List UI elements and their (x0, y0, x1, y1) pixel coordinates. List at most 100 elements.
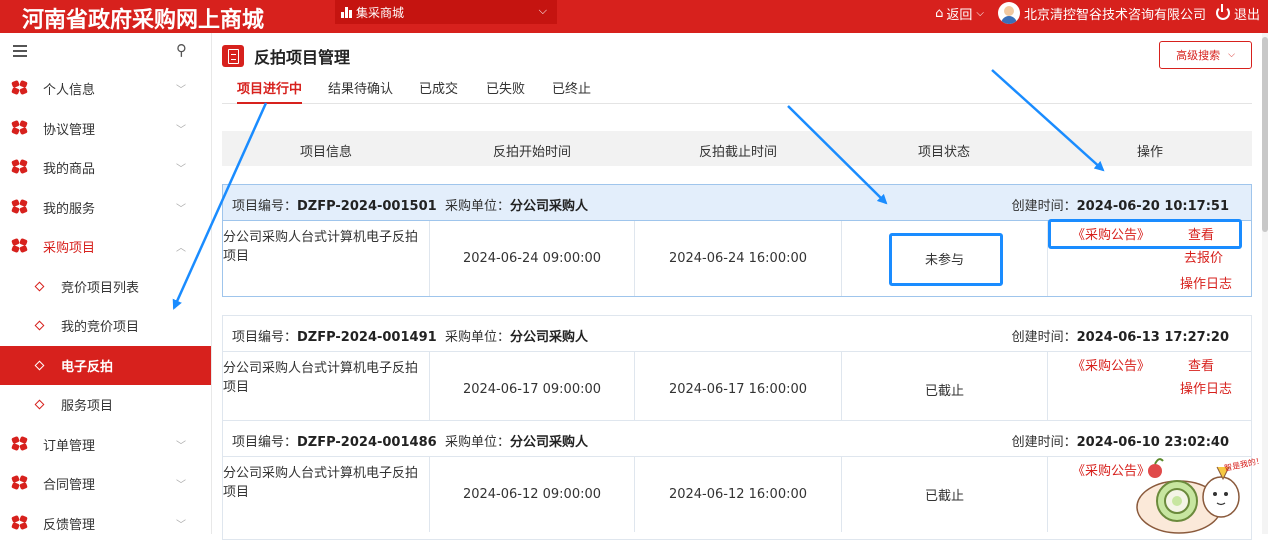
card-header: 项目编号：DZFP-2024-001486采购单位：分公司采购人创建时间：202… (223, 421, 1251, 457)
user-account[interactable]: 北京清控智谷技术咨询有限公司 (998, 2, 1206, 24)
highlight-box-status (889, 233, 1003, 286)
menu-toggle-icon[interactable] (13, 45, 27, 57)
ctime-value: 2024-06-20 10:17:51 (1077, 199, 1229, 214)
document-icon (222, 45, 244, 67)
sidebar-item-feedback-mgmt[interactable]: 反馈管理 ﹀ (0, 504, 211, 543)
sidebar-subitem-label: 服务项目 (61, 395, 113, 414)
operations-cell: 《采购公告》 查看操作日志 (1048, 352, 1253, 427)
back-button[interactable]: ⌂ 返回 ⌵ (935, 4, 984, 23)
tab-in-progress[interactable]: 项目进行中 (237, 78, 302, 97)
project-name: 分公司采购人台式计算机电子反拍项目 (223, 352, 430, 427)
column-header: 项目信息 (300, 141, 352, 160)
avatar (998, 2, 1020, 24)
purchaser-unit: 采购单位：分公司采购人 (445, 195, 588, 214)
chevron-down-icon: ﹀ (176, 516, 186, 531)
end-time: 2024-06-24 16:00:00 (635, 221, 842, 296)
table-header: 项目信息 反拍开始时间 反拍截止时间 项目状态 操作 (222, 131, 1252, 166)
unit-label: 采购单位： (445, 435, 510, 450)
menu-icon (12, 476, 28, 490)
project-code: 项目编号：DZFP-2024-001501 (232, 195, 437, 214)
scrollbar-thumb[interactable] (1262, 37, 1268, 232)
announcement-link[interactable]: 《采购公告》 (1072, 355, 1150, 374)
menu-icon (12, 160, 28, 174)
site-title: 河南省政府采购网上商城 (22, 2, 264, 34)
pin-icon[interactable]: ⚲ (176, 41, 187, 59)
chevron-down-icon: ﹀ (176, 81, 186, 96)
project-code: 项目编号：DZFP-2024-001486 (232, 431, 437, 450)
sidebar-item-my-services[interactable]: 我的服务﹀ (0, 188, 211, 228)
start-time: 2024-06-24 09:00:00 (430, 221, 635, 296)
end-time: 2024-06-12 16:00:00 (635, 457, 842, 532)
mall-select[interactable]: 集采商城 ⌵ (335, 0, 557, 24)
start-time: 2024-06-12 09:00:00 (430, 457, 635, 532)
sidebar-item-my-products[interactable]: 我的商品 ﹀ (0, 148, 211, 188)
sidebar-header: ⚲ (0, 33, 211, 69)
chevron-down-icon: ⌵ (539, 4, 547, 18)
back-label: 返回 (946, 4, 972, 23)
chevron-down-icon: ﹀ (176, 476, 186, 491)
page-title: 反拍项目管理 (254, 44, 350, 68)
op-log-link[interactable]: 操作日志 (1180, 378, 1232, 397)
logout-button[interactable]: 退出 (1216, 4, 1260, 23)
sidebar-item-label: 反馈管理 (43, 514, 95, 533)
code-label: 项目编号： (232, 435, 297, 450)
project-card: 项目编号：DZFP-2024-001491采购单位：分公司采购人创建时间：202… (222, 315, 1252, 428)
scrollbar[interactable] (1262, 33, 1268, 534)
ctime-value: 2024-06-13 17:27:20 (1077, 330, 1229, 345)
card-body: 分公司采购人台式计算机电子反拍项目2024-06-12 09:00:002024… (223, 457, 1251, 532)
project-card: 项目编号：DZFP-2024-001486采购单位：分公司采购人创建时间：202… (222, 420, 1252, 540)
tab-terminated[interactable]: 已终止 (552, 78, 591, 97)
code-value: DZFP-2024-001486 (297, 435, 437, 450)
unit-value: 分公司采购人 (510, 330, 588, 345)
sidebar-item-label: 采购项目 (43, 237, 95, 256)
tab-completed[interactable]: 已成交 (419, 78, 458, 97)
end-time: 2024-06-17 16:00:00 (635, 352, 842, 427)
status-tabs: 项目进行中 结果待确认 已成交 已失败 已终止 (222, 72, 1252, 104)
code-label: 项目编号： (232, 330, 297, 345)
sidebar-item-order-mgmt[interactable]: 订单管理﹀ (0, 425, 211, 465)
card-body: 分公司采购人台式计算机电子反拍项目2024-06-17 09:00:002024… (223, 352, 1251, 427)
menu-icon (12, 437, 28, 451)
op-log-link[interactable]: 操作日志 (1180, 273, 1232, 292)
menu-icon (12, 121, 28, 135)
tab-failed[interactable]: 已失败 (486, 78, 525, 97)
sidebar-subitem-service-projects[interactable]: 服务项目 (0, 385, 211, 425)
sidebar-item-label: 合同管理 (43, 474, 95, 493)
created-time: 创建时间：2024-06-10 23:02:40 (1012, 431, 1229, 450)
sidebar-item-contract-mgmt[interactable]: 合同管理 ﹀ (0, 464, 211, 504)
unit-label: 采购单位： (445, 199, 510, 214)
sidebar-subitem-label: 电子反拍 (61, 356, 113, 375)
sidebar-subitem-my-bidding[interactable]: 我的竞价项目 (0, 306, 211, 346)
mall-select-value: 集采商城 (356, 4, 404, 21)
mascot-sticker[interactable]: 智是我的！ (1133, 449, 1265, 538)
code-value: DZFP-2024-001491 (297, 330, 437, 345)
chevron-down-icon: ⌵ (976, 8, 984, 19)
card-header: 项目编号：DZFP-2024-001491采购单位：分公司采购人创建时间：202… (223, 316, 1251, 352)
sidebar-item-label: 协议管理 (43, 119, 95, 138)
home-icon: ⌂ (935, 6, 943, 21)
sidebar-subitem-bidding-list[interactable]: 竞价项目列表 (0, 267, 211, 307)
chevron-up-icon: ︿ (176, 239, 186, 254)
column-header: 反拍开始时间 (493, 141, 571, 160)
sidebar-subitem-e-reverse-auction[interactable]: 电子反拍 (0, 346, 211, 386)
diamond-icon (35, 321, 45, 331)
bar-chart-icon (341, 7, 353, 18)
view-link[interactable]: 查看 (1188, 355, 1214, 374)
tab-pending-confirm[interactable]: 结果待确认 (328, 78, 393, 97)
advanced-search-label: 高级搜索 (1176, 47, 1220, 63)
mascot-text: 智是我的！ (1223, 455, 1264, 473)
quote-link[interactable]: 去报价 (1184, 247, 1223, 266)
sidebar-item-procurement-projects[interactable]: 采购项目 ︿ (0, 227, 211, 267)
sidebar-item-personal-info[interactable]: 个人信息﹀ (0, 69, 211, 109)
column-header: 反拍截止时间 (699, 141, 777, 160)
sidebar-item-label: 我的商品 (43, 158, 95, 177)
company-name: 北京清控智谷技术咨询有限公司 (1024, 4, 1206, 23)
chevron-down-icon: ﹀ (176, 160, 186, 175)
top-bar: 河南省政府采购网上商城 集采商城 ⌵ ⌂ 返回 ⌵ 北京清控智谷技术咨询有限公司… (0, 0, 1268, 33)
project-code: 项目编号：DZFP-2024-001491 (232, 326, 437, 345)
advanced-search-button[interactable]: 高级搜索 ⌵ (1159, 41, 1252, 69)
chevron-down-icon: ﹀ (176, 437, 186, 452)
sidebar-subitem-label: 竞价项目列表 (61, 277, 139, 296)
chevron-down-icon: ﹀ (176, 121, 186, 136)
sidebar-item-agreement-mgmt[interactable]: 协议管理 ﹀ (0, 109, 211, 149)
